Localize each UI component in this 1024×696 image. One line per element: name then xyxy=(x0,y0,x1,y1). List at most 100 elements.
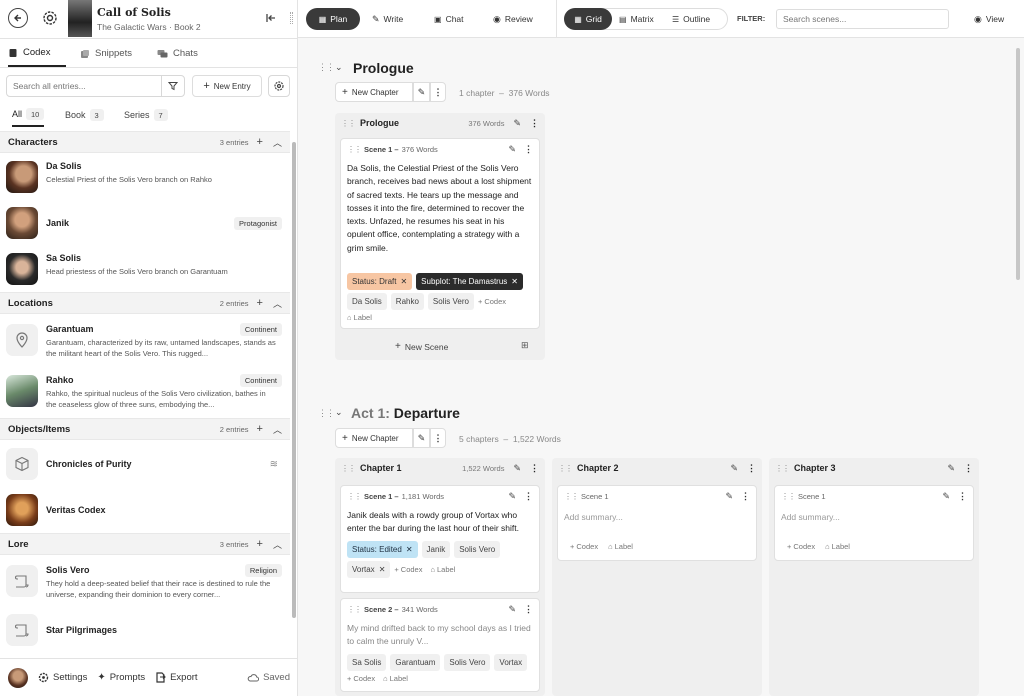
mode-review[interactable]: ◉ Review xyxy=(493,8,533,30)
act-menu-button[interactable]: ⋮ xyxy=(430,82,446,102)
codex-chip[interactable]: Solis Vero xyxy=(454,540,501,558)
section-lore[interactable]: Lore 3 entries + ︿ xyxy=(0,533,290,555)
close-icon[interactable]: ✕ xyxy=(511,277,518,286)
add-codex-button[interactable]: + Codex xyxy=(347,674,375,683)
filter-button[interactable] xyxy=(161,75,185,97)
act-menu-button[interactable]: ⋮ xyxy=(430,428,446,448)
new-entry-button[interactable]: + New Entry xyxy=(192,75,262,97)
pencil-icon[interactable]: ✎ xyxy=(513,463,521,474)
codex-entry-pilgrimages[interactable]: Star Pilgrimages xyxy=(0,614,290,646)
codex-chip[interactable]: Garantuam xyxy=(390,653,441,671)
codex-entry-veritas[interactable]: Veritas Codex xyxy=(0,494,290,526)
more-vertical-icon[interactable]: ⋮ xyxy=(741,491,750,502)
tab-codex[interactable]: Codex xyxy=(8,40,66,67)
add-icon[interactable]: + xyxy=(257,423,263,435)
more-vertical-icon[interactable]: ⋮ xyxy=(747,463,756,474)
add-label-button[interactable]: ⌂ Label xyxy=(430,565,455,574)
view-outline[interactable]: ☰ Outline xyxy=(672,8,710,30)
chevron-up-icon[interactable]: ︿ xyxy=(273,423,282,436)
add-label-button[interactable]: ⌂ Label xyxy=(608,542,633,551)
drag-handle-icon[interactable]: ⋮⋮ xyxy=(558,464,573,473)
edit-act-button[interactable]: ✎ xyxy=(413,428,430,448)
drag-handle-icon[interactable]: ⋮⋮ xyxy=(347,605,362,614)
scene-card[interactable]: ⋮⋮ Scene 1 ✎ ⋮ Add summary... + Codex ⌂ La… xyxy=(557,485,757,561)
status-chip[interactable]: Status: Edited ✕ xyxy=(347,540,418,558)
add-codex-button[interactable]: + Codex xyxy=(478,297,506,306)
codex-chip[interactable]: Vortax xyxy=(494,653,528,671)
more-vertical-icon[interactable]: ⋮ xyxy=(524,604,533,615)
more-vertical-icon[interactable]: ⋮ xyxy=(964,463,973,474)
drag-handle-icon[interactable]: ⋮⋮ xyxy=(341,464,356,473)
folder-add-icon[interactable]: ⊞ xyxy=(521,340,529,351)
codex-chip[interactable]: Vortax ✕ xyxy=(347,560,391,578)
mode-chat[interactable]: ▣ Chat xyxy=(434,8,464,30)
collapse-act-button[interactable]: ⌄ xyxy=(335,62,343,73)
add-label-button[interactable]: ⌂ Label xyxy=(825,542,850,551)
mode-plan[interactable]: ▦ Plan xyxy=(306,8,360,30)
pencil-icon[interactable]: ✎ xyxy=(508,491,516,502)
section-characters[interactable]: Characters 3 entries + ︿ xyxy=(0,131,290,153)
view-matrix[interactable]: ▤ Matrix xyxy=(619,8,654,30)
drag-handle-icon[interactable]: ⋮⋮ xyxy=(347,492,362,501)
close-icon[interactable]: ✕ xyxy=(406,545,413,554)
drag-handle-icon[interactable]: ⋮⋮ xyxy=(564,492,579,501)
tab-snippets[interactable]: Snippets xyxy=(80,40,132,67)
chevron-up-icon[interactable]: ︿ xyxy=(273,297,282,310)
new-chapter-button[interactable]: + New Chapter xyxy=(335,82,413,102)
codex-chip[interactable]: Solis Vero xyxy=(444,653,491,671)
pencil-icon[interactable]: ✎ xyxy=(513,118,521,129)
add-codex-button[interactable]: + Codex xyxy=(787,542,815,551)
drag-handle-icon[interactable]: ⋮⋮ xyxy=(318,62,335,73)
pencil-icon[interactable]: ✎ xyxy=(942,491,950,502)
collapse-sidebar-button[interactable] xyxy=(264,11,278,25)
filter-book[interactable]: Book 3 xyxy=(65,103,104,127)
user-avatar[interactable] xyxy=(8,667,28,688)
pencil-icon[interactable]: ✎ xyxy=(508,604,516,615)
chevron-up-icon[interactable]: ︿ xyxy=(273,136,282,149)
scene-card[interactable]: ⋮⋮ Scene 1 – 1,181 Words ✎ ⋮ Janik deals… xyxy=(340,485,540,593)
main-scrollbar[interactable] xyxy=(1016,48,1020,280)
resize-handle[interactable] xyxy=(290,12,293,24)
codex-chip[interactable]: Da Solis xyxy=(347,293,387,310)
scene-search-input[interactable] xyxy=(776,9,949,29)
codex-chip[interactable]: Solis Vero xyxy=(427,293,474,310)
scene-summary[interactable]: Da Solis, the Celestial Priest of the So… xyxy=(341,162,539,268)
codex-search-input[interactable] xyxy=(6,75,162,97)
pencil-icon[interactable]: ✎ xyxy=(508,144,516,155)
add-label-button[interactable]: ⌂ Label xyxy=(347,313,372,322)
new-scene-button[interactable]: + New Scene xyxy=(395,341,448,352)
filter-all[interactable]: All 10 xyxy=(12,103,45,127)
codex-entry-chronicles[interactable]: Chronicles of Purity ≋ xyxy=(0,448,290,480)
view-options-button[interactable]: ◉ View xyxy=(974,8,1004,30)
filter-series[interactable]: Series 7 xyxy=(124,103,168,127)
drag-handle-icon[interactable]: ⋮⋮ xyxy=(318,408,335,419)
drag-handle-icon[interactable]: ⋮⋮ xyxy=(347,145,362,154)
add-icon[interactable]: + xyxy=(257,297,263,309)
close-icon[interactable]: ✕ xyxy=(379,565,386,574)
drag-handle-icon[interactable]: ⋮⋮ xyxy=(775,464,790,473)
codex-entry-sa-solis[interactable]: Sa Solis Head priestess of the Solis Ver… xyxy=(0,253,290,285)
section-locations[interactable]: Locations 2 entries + ︿ xyxy=(0,292,290,314)
add-label-button[interactable]: ⌂ Label xyxy=(383,674,408,683)
section-objects[interactable]: Objects/Items 2 entries + ︿ xyxy=(0,418,290,440)
more-vertical-icon[interactable]: ⋮ xyxy=(524,144,533,155)
scene-summary-placeholder[interactable]: Add summary... xyxy=(775,512,973,522)
more-vertical-icon[interactable]: ⋮ xyxy=(958,491,967,502)
back-button[interactable] xyxy=(8,8,28,28)
codex-entry-garantuam[interactable]: Garantuam Garantuam, characterized by it… xyxy=(0,323,290,359)
pencil-icon[interactable]: ✎ xyxy=(725,491,733,502)
codex-chip[interactable]: Rahko xyxy=(390,293,424,310)
more-vertical-icon[interactable]: ⋮ xyxy=(530,118,539,129)
edit-act-button[interactable]: ✎ xyxy=(413,82,430,102)
settings-button[interactable]: Settings xyxy=(38,672,87,683)
pencil-icon[interactable]: ✎ xyxy=(730,463,738,474)
codex-chip[interactable]: Sa Solis xyxy=(347,653,387,671)
codex-entry-janik[interactable]: Janik Protagonist xyxy=(0,207,290,239)
scene-card[interactable]: ⋮⋮ Scene 1 ✎ ⋮ Add summary... + Codex ⌂ La… xyxy=(774,485,974,561)
scene-summary[interactable]: My mind drifted back to my school days a… xyxy=(341,622,539,649)
subplot-chip[interactable]: Subplot: The Damastrus ✕ xyxy=(416,273,523,290)
add-icon[interactable]: + xyxy=(257,538,263,550)
scene-summary[interactable]: Janik deals with a rowdy group of Vortax… xyxy=(341,509,539,536)
add-icon[interactable]: + xyxy=(257,136,263,148)
more-vertical-icon[interactable]: ⋮ xyxy=(524,491,533,502)
